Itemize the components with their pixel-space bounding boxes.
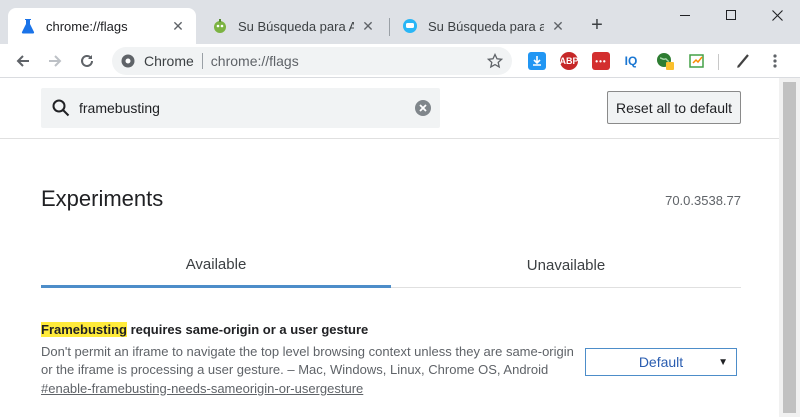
chevron-down-icon: ▼ — [718, 357, 728, 368]
tab-title: chrome://flags — [46, 18, 128, 34]
abp-label: ABP — [559, 56, 579, 66]
bookmark-star-icon[interactable] — [486, 52, 504, 70]
clear-search-icon[interactable] — [414, 99, 432, 117]
tab-chrome-flags[interactable]: chrome://flags ✕ — [8, 8, 196, 44]
flag-title: Framebusting requires same-origin or a u… — [41, 322, 741, 337]
back-button[interactable] — [10, 48, 36, 74]
reload-icon — [81, 54, 93, 67]
forward-button[interactable] — [42, 48, 68, 74]
flask-icon — [20, 18, 36, 34]
page-title: Experiments — [41, 186, 164, 211]
close-icon[interactable]: ✕ — [360, 18, 376, 34]
flag-permalink[interactable]: #enable-framebusting-needs-sameorigin-or… — [41, 381, 363, 396]
chrome-site-icon — [120, 53, 136, 69]
reset-all-button[interactable]: Reset all to default — [607, 91, 741, 124]
flag-entry: Framebusting requires same-origin or a u… — [41, 322, 741, 398]
search-icon — [51, 98, 71, 118]
maximize-button[interactable] — [708, 0, 754, 30]
omnibox[interactable]: Chrome chrome://flags — [112, 47, 512, 75]
adblock-plus-icon[interactable]: ABP — [559, 52, 579, 70]
download-extension-icon[interactable] — [528, 52, 546, 70]
scrollbar-thumb[interactable] — [783, 82, 796, 413]
chat-icon — [402, 18, 418, 34]
tab-strip: chrome://flags ✕ Su Búsqueda para AdBl ✕… — [0, 0, 800, 44]
minimize-button[interactable] — [662, 0, 708, 30]
flags-page: Reset all to default Experiments 70.0.35… — [0, 78, 779, 417]
toolbar-separator — [718, 54, 719, 70]
search-input[interactable] — [79, 100, 399, 116]
maximize-icon — [726, 10, 736, 20]
tab-adblock-search-2[interactable]: Su Búsqueda para adbl ✕ — [390, 8, 576, 44]
flags-header: Reset all to default — [0, 78, 779, 139]
globe-extension-icon[interactable] — [656, 52, 674, 70]
robot-icon — [212, 18, 228, 34]
note-extension-icon[interactable] — [688, 52, 706, 70]
pen-extension-icon[interactable] — [734, 52, 752, 70]
tab-title: Su Búsqueda para adbl — [428, 18, 544, 34]
minimize-icon — [680, 15, 690, 16]
tab-adblock-search-1[interactable]: Su Búsqueda para AdBl ✕ — [200, 8, 386, 44]
arrow-left-icon — [16, 55, 29, 67]
flag-title-highlight: Framebusting — [41, 322, 127, 337]
flag-select-value: Default — [638, 354, 684, 370]
search-box[interactable] — [41, 88, 440, 128]
tab-title: Su Búsqueda para AdBl — [238, 18, 354, 34]
toolbar: Chrome chrome://flags ABP ••• IQ — [0, 44, 800, 78]
version-label: 70.0.3538.77 — [665, 193, 741, 208]
omnibox-divider — [201, 53, 203, 69]
flags-tabs: Available Unavailable — [41, 243, 741, 288]
close-icon[interactable]: ✕ — [550, 18, 566, 34]
close-window-icon — [771, 9, 783, 21]
flag-state-select[interactable]: Default ▼ — [585, 348, 737, 376]
tab-available[interactable]: Available — [41, 243, 391, 288]
menu-kebab-icon[interactable] — [766, 52, 784, 70]
new-tab-button[interactable]: + — [586, 14, 608, 36]
close-icon[interactable]: ✕ — [170, 18, 186, 34]
arrow-right-icon — [49, 55, 62, 67]
page-scrollbar[interactable] — [779, 78, 800, 417]
close-window-button[interactable] — [754, 0, 800, 30]
iq-extension-icon[interactable]: IQ — [622, 52, 640, 70]
lastpass-icon[interactable]: ••• — [592, 52, 610, 70]
omnibox-chip: Chrome — [144, 53, 194, 69]
tab-unavailable[interactable]: Unavailable — [391, 243, 741, 288]
flag-description: Don't permit an iframe to navigate the t… — [41, 344, 574, 377]
reload-button[interactable] — [74, 48, 100, 74]
iq-label: IQ — [624, 54, 638, 68]
omnibox-url[interactable]: chrome://flags — [211, 53, 299, 69]
flag-title-rest: requires same-origin or a user gesture — [126, 322, 369, 337]
